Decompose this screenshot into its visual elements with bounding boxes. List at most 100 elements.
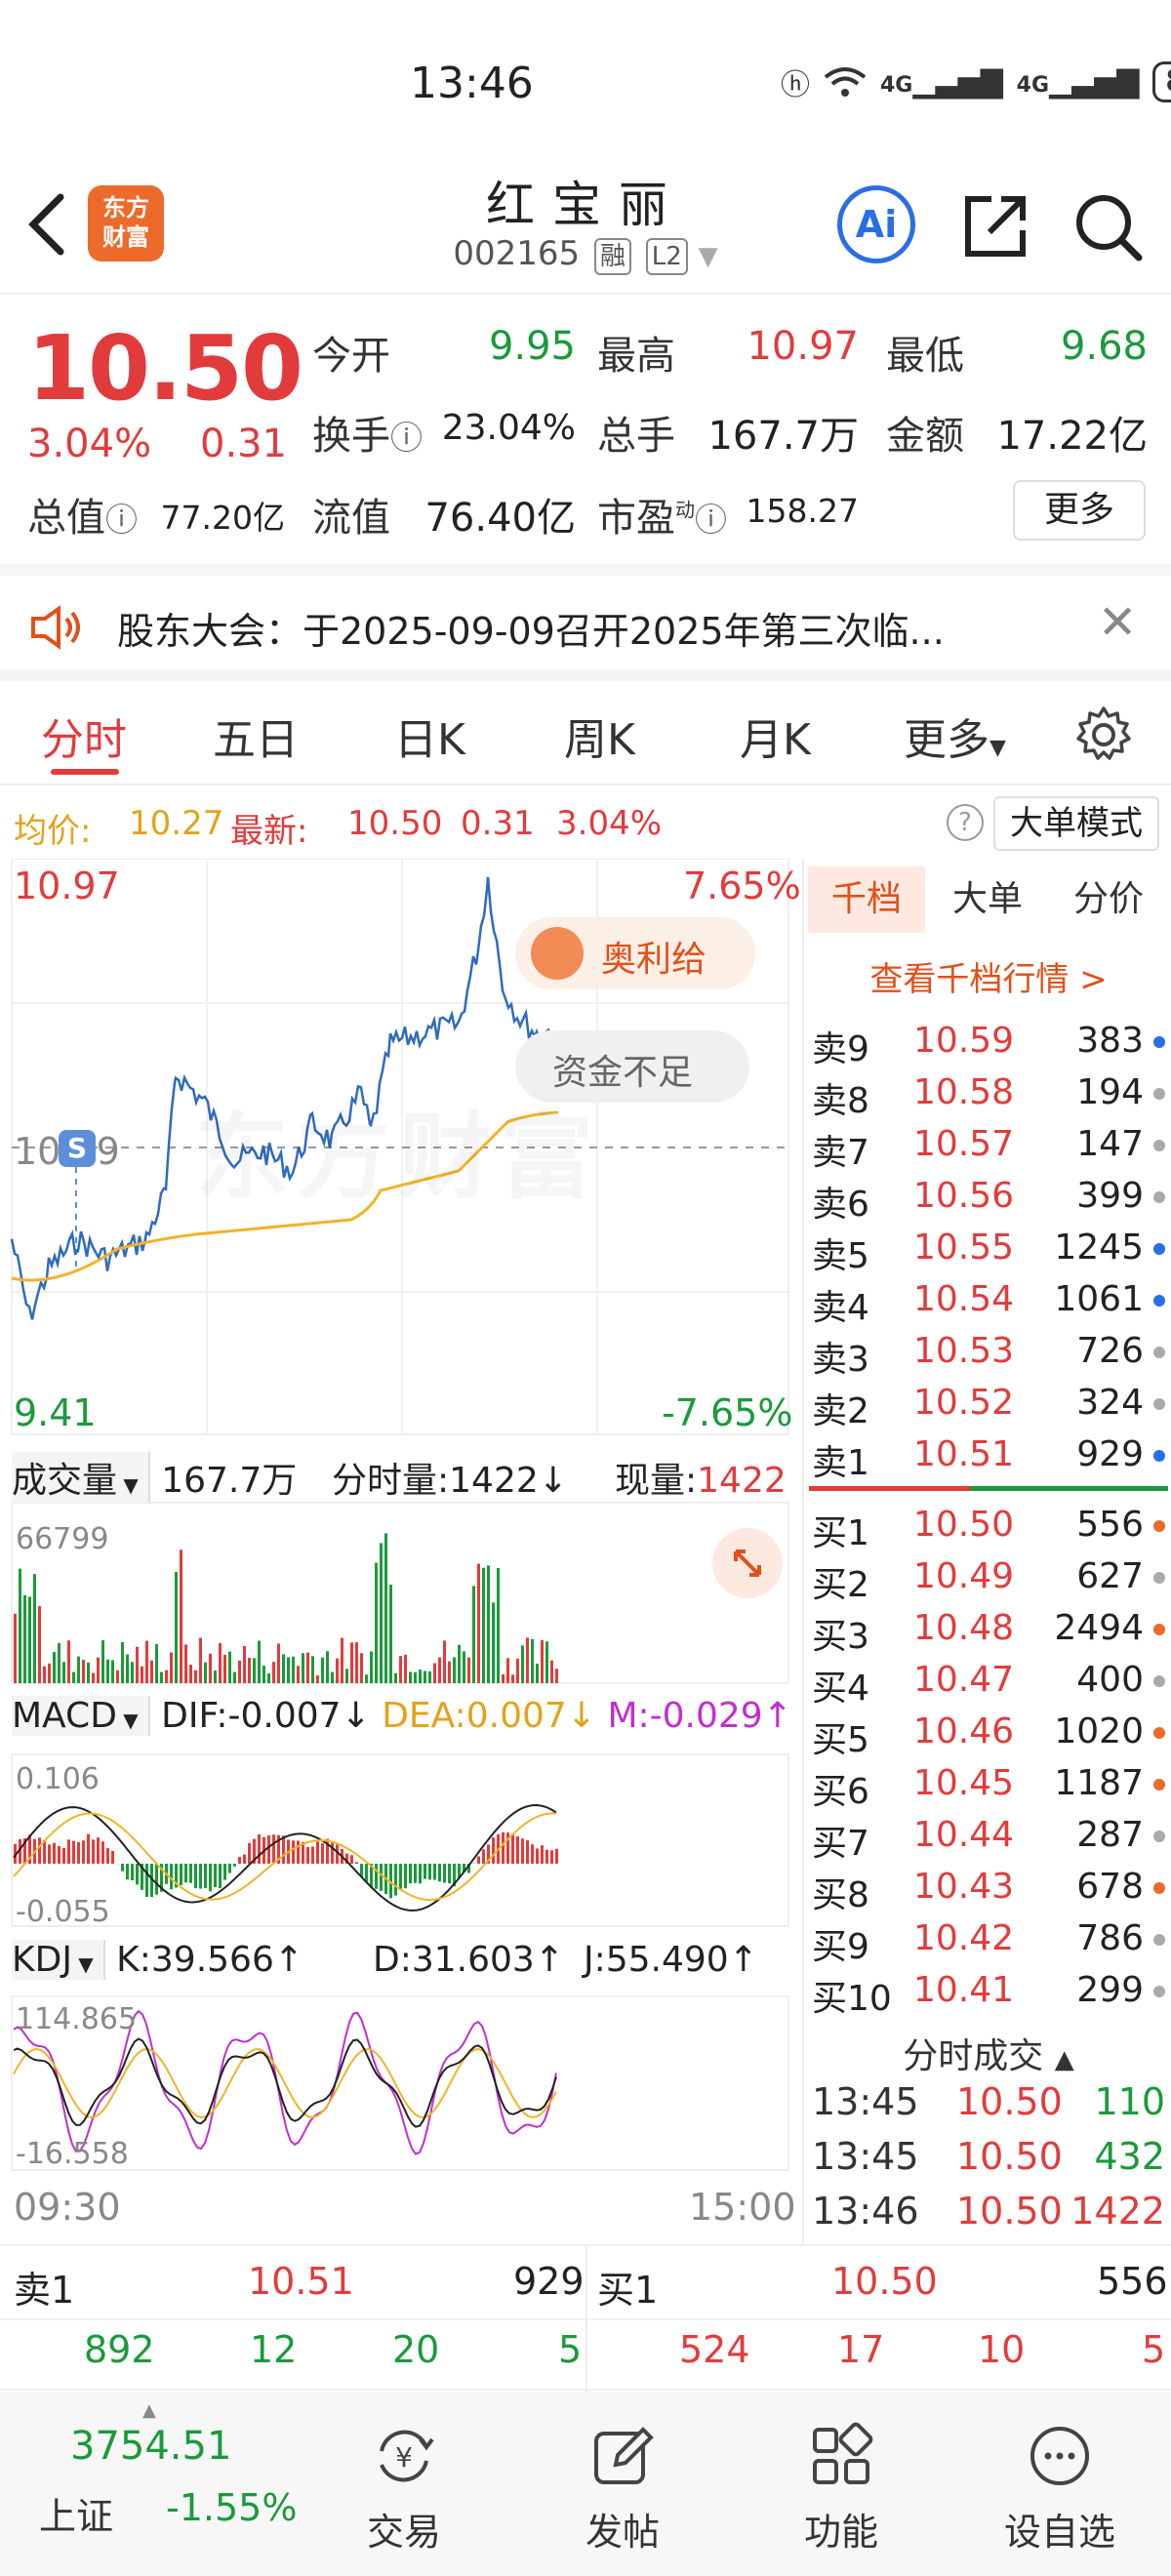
ask-row[interactable]: 卖4 10.54 1061 (804, 1273, 1171, 1328)
tab-five-day[interactable]: 五日 (213, 704, 299, 767)
ask-row[interactable]: 卖9 10.59 383 (804, 1015, 1171, 1069)
level-volume: 1061 (1054, 1279, 1144, 1319)
bid-row[interactable]: 买8 10.43 678 (804, 1861, 1171, 1915)
volume-dropdown[interactable]: 成交量 ▼ (12, 1452, 150, 1503)
volume-bar (204, 1662, 207, 1683)
nav-add-watchlist[interactable]: 设自选 (952, 2393, 1167, 2576)
bid-row[interactable]: 买6 10.45 1187 (804, 1757, 1171, 1812)
volume-bar (341, 1637, 343, 1683)
ask-row[interactable]: 卖2 10.52 324 (804, 1377, 1171, 1431)
view-thousand-level-link[interactable]: 查看千档行情 > (804, 952, 1171, 1000)
ask-row[interactable]: 卖1 10.51 929 (804, 1429, 1171, 1483)
nav-functions[interactable]: 功能 (734, 2393, 949, 2576)
gear-icon[interactable] (1073, 704, 1134, 765)
level-volume: 399 (1076, 1176, 1144, 1216)
level-price: 10.47 (913, 1660, 1015, 1700)
grid-icon (813, 2422, 873, 2484)
tab-intraday[interactable]: 分时 (41, 704, 127, 767)
bid-row[interactable]: 买2 10.49 627 (804, 1550, 1171, 1605)
nav-trade[interactable]: ¥ 交易 (297, 2393, 511, 2576)
bid-row[interactable]: 买7 10.44 287 (804, 1809, 1171, 1864)
avatar (531, 927, 584, 980)
macd-bar (155, 1864, 158, 1895)
level-dot (1153, 1191, 1165, 1203)
macd-bar (111, 1850, 114, 1864)
ask-row[interactable]: 卖5 10.55 1245 (804, 1222, 1171, 1276)
status-time: 13:46 (410, 59, 534, 108)
index-ticker[interactable]: ▲ 3754.51 上证 -1.55% (0, 2393, 312, 2576)
close-icon[interactable]: ✕ (1098, 595, 1137, 650)
tab-thousand-level[interactable]: 千档 (808, 866, 925, 933)
sell-marker[interactable]: S (59, 1130, 96, 1167)
app-logo: 东方 财富 (88, 185, 164, 262)
share-icon[interactable] (956, 187, 1034, 265)
expand-icon[interactable] (712, 1528, 783, 1598)
comment-bubble-2[interactable]: 资金不足 (515, 1030, 749, 1103)
back-button[interactable] (20, 185, 78, 263)
level-price: 10.50 (913, 1505, 1015, 1545)
ask-row[interactable]: 卖3 10.53 726 (804, 1325, 1171, 1380)
macd-bar (477, 1856, 480, 1864)
trades-title[interactable]: 分时成交 ▲ (804, 2028, 1171, 2078)
volume-bar (345, 1669, 348, 1683)
ask-row[interactable]: 卖6 10.56 399 (804, 1170, 1171, 1225)
level-volume: 299 (1076, 1970, 1144, 2010)
volume-bar (48, 1663, 51, 1683)
more-button[interactable]: 更多 (1013, 480, 1146, 541)
bid-row[interactable]: 买9 10.42 786 (804, 1912, 1171, 1967)
volume-bar (404, 1654, 407, 1683)
kdj-dropdown[interactable]: KDJ ▼ (12, 1940, 105, 1980)
help-icon[interactable]: ? (947, 804, 984, 841)
stock-code-row[interactable]: 002165 融 L2 ▼ (390, 234, 781, 275)
current-price: 10.50 (27, 316, 303, 421)
comment-bubble-1[interactable]: 奥利给 (515, 917, 755, 989)
bid-row[interactable]: 买1 10.50 556 (804, 1499, 1171, 1553)
bid-row[interactable]: 买5 10.46 1020 (804, 1706, 1171, 1760)
ai-button[interactable]: Ai (837, 185, 915, 263)
bottom-nav: ▲ 3754.51 上证 -1.55% ¥ 交易 发帖 功能 设自选 (0, 2393, 1171, 2576)
macd-bar (516, 1835, 519, 1864)
trade-volume: 432 (1094, 2135, 1165, 2178)
macd-bar (502, 1831, 505, 1864)
bid-row[interactable]: 买3 10.48 2494 (804, 1602, 1171, 1657)
volume-bar (453, 1657, 456, 1683)
tab-big-orders[interactable]: 大单 (929, 866, 1046, 933)
volume-bar (306, 1652, 309, 1683)
macd-bar (433, 1864, 436, 1880)
tab-weekly-k[interactable]: 周K (564, 704, 635, 767)
nav-post[interactable]: 发帖 (515, 2393, 730, 2576)
level-volume: 556 (1076, 1505, 1144, 1545)
volume-bar (14, 1613, 17, 1683)
level-dot (1153, 1243, 1165, 1255)
intraday-chart-area[interactable]: 10.97 7.65% 9.41 -7.65% 10.19 S 东方财富 奥利给… (0, 859, 802, 2244)
tab-daily-k[interactable]: 日K (394, 704, 465, 767)
level-label: 买9 (812, 1927, 869, 1967)
speaker-icon (31, 605, 80, 650)
volume-bar (136, 1646, 139, 1683)
tab-monthly-k[interactable]: 月K (740, 704, 811, 767)
ask-row[interactable]: 卖7 10.57 147 (804, 1118, 1171, 1173)
tab-price-distribution[interactable]: 分价 (1050, 866, 1167, 933)
trade-row: 13:46 10.50 1422 (804, 2190, 1171, 2244)
volume-bar (311, 1656, 314, 1683)
notice-bar[interactable]: 股东大会：于2025-09-09召开2025年第三次临... ✕ (0, 564, 1171, 681)
ask-row[interactable]: 卖8 10.58 194 (804, 1067, 1171, 1121)
bid-row[interactable]: 买10 10.41 299 (804, 1964, 1171, 2019)
info-icon: ⓘ (695, 501, 727, 539)
tick-volume: 分时量:1422↓ (332, 1461, 568, 1501)
turnover-label: 换手ⓘ (312, 414, 423, 459)
search-icon[interactable] (1069, 187, 1147, 265)
macd-dropdown[interactable]: MACD ▼ (12, 1696, 150, 1736)
ask-count-2: 12 (250, 2328, 298, 2371)
big-order-mode-button[interactable]: 大单模式 (993, 796, 1159, 851)
top-price-label: 10.97 (14, 865, 120, 907)
ask1-price: 10.51 (248, 2260, 354, 2303)
level-price: 10.56 (913, 1176, 1015, 1216)
volume-bar (516, 1658, 519, 1683)
tab-more[interactable]: 更多▼ (904, 704, 1006, 767)
macd-bar (492, 1837, 495, 1864)
level-volume: 147 (1076, 1124, 1144, 1164)
volume-bar (180, 1550, 182, 1683)
bid-row[interactable]: 买4 10.47 400 (804, 1654, 1171, 1709)
chevron-down-icon: ▼ (698, 242, 718, 271)
